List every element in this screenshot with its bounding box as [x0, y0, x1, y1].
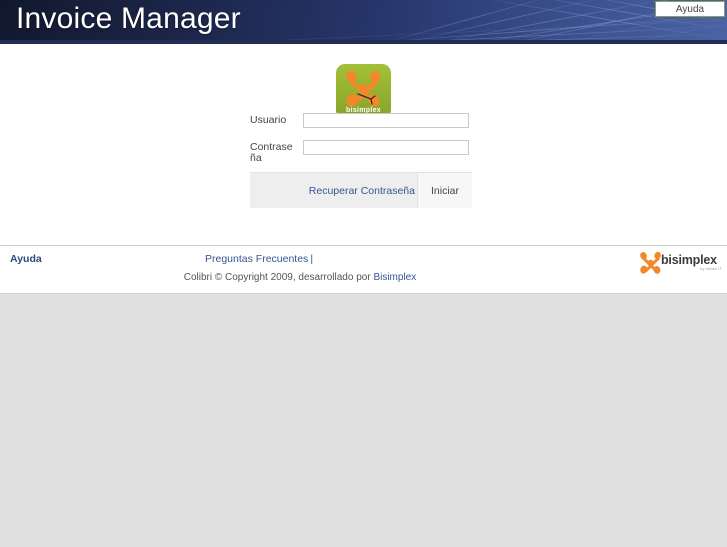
page-background-fill	[0, 293, 727, 547]
login-action-bar: Recuperar Contraseña Iniciar	[250, 172, 472, 208]
header-help-button[interactable]: Ayuda	[655, 1, 725, 17]
login-submit-button[interactable]: Iniciar	[417, 173, 472, 208]
password-input[interactable]	[303, 140, 469, 155]
password-row: Contraseña	[250, 140, 472, 164]
footer-links: Preguntas Frecuentes |	[205, 253, 313, 265]
login-form: Usuario Contraseña	[250, 113, 472, 167]
footer-bisimplex-logo[interactable]: bisimplex by ideas IT	[639, 250, 723, 276]
page-title: Invoice Manager	[16, 2, 241, 35]
link-separator: |	[310, 253, 314, 265]
footer-x-icon	[640, 251, 661, 274]
footer-logo-tagline: by ideas IT	[700, 266, 722, 271]
page-footer: Ayuda Preguntas Frecuentes | Colibri © Co…	[0, 245, 727, 293]
copyright-text: Colibri © Copyright 2009, desarrollado p…	[183, 272, 374, 283]
company-link[interactable]: Bisimplex	[373, 272, 416, 283]
page-root: Invoice Manager Ayuda bisimplex Usuario …	[0, 0, 727, 547]
footer-help-label[interactable]: Ayuda	[10, 253, 42, 265]
password-label: Contraseña	[250, 141, 293, 164]
footer-copyright: Colibri © Copyright 2009, desarrollado p…	[0, 272, 600, 283]
username-row: Usuario	[250, 113, 472, 135]
username-label: Usuario	[250, 114, 287, 126]
bisimplex-logo: bisimplex	[336, 64, 391, 119]
username-input[interactable]	[303, 113, 469, 128]
recover-password-link[interactable]: Recuperar Contraseña	[309, 185, 415, 197]
bisimplex-x-icon	[345, 70, 380, 107]
main-content: bisimplex Usuario Contraseña Recuperar C…	[0, 44, 727, 245]
app-header: Invoice Manager Ayuda	[0, 0, 727, 44]
header-bottom-rule	[0, 40, 727, 44]
footer-logo-wordmark: bisimplex	[661, 253, 717, 267]
faq-link[interactable]: Preguntas Frecuentes	[205, 253, 308, 265]
